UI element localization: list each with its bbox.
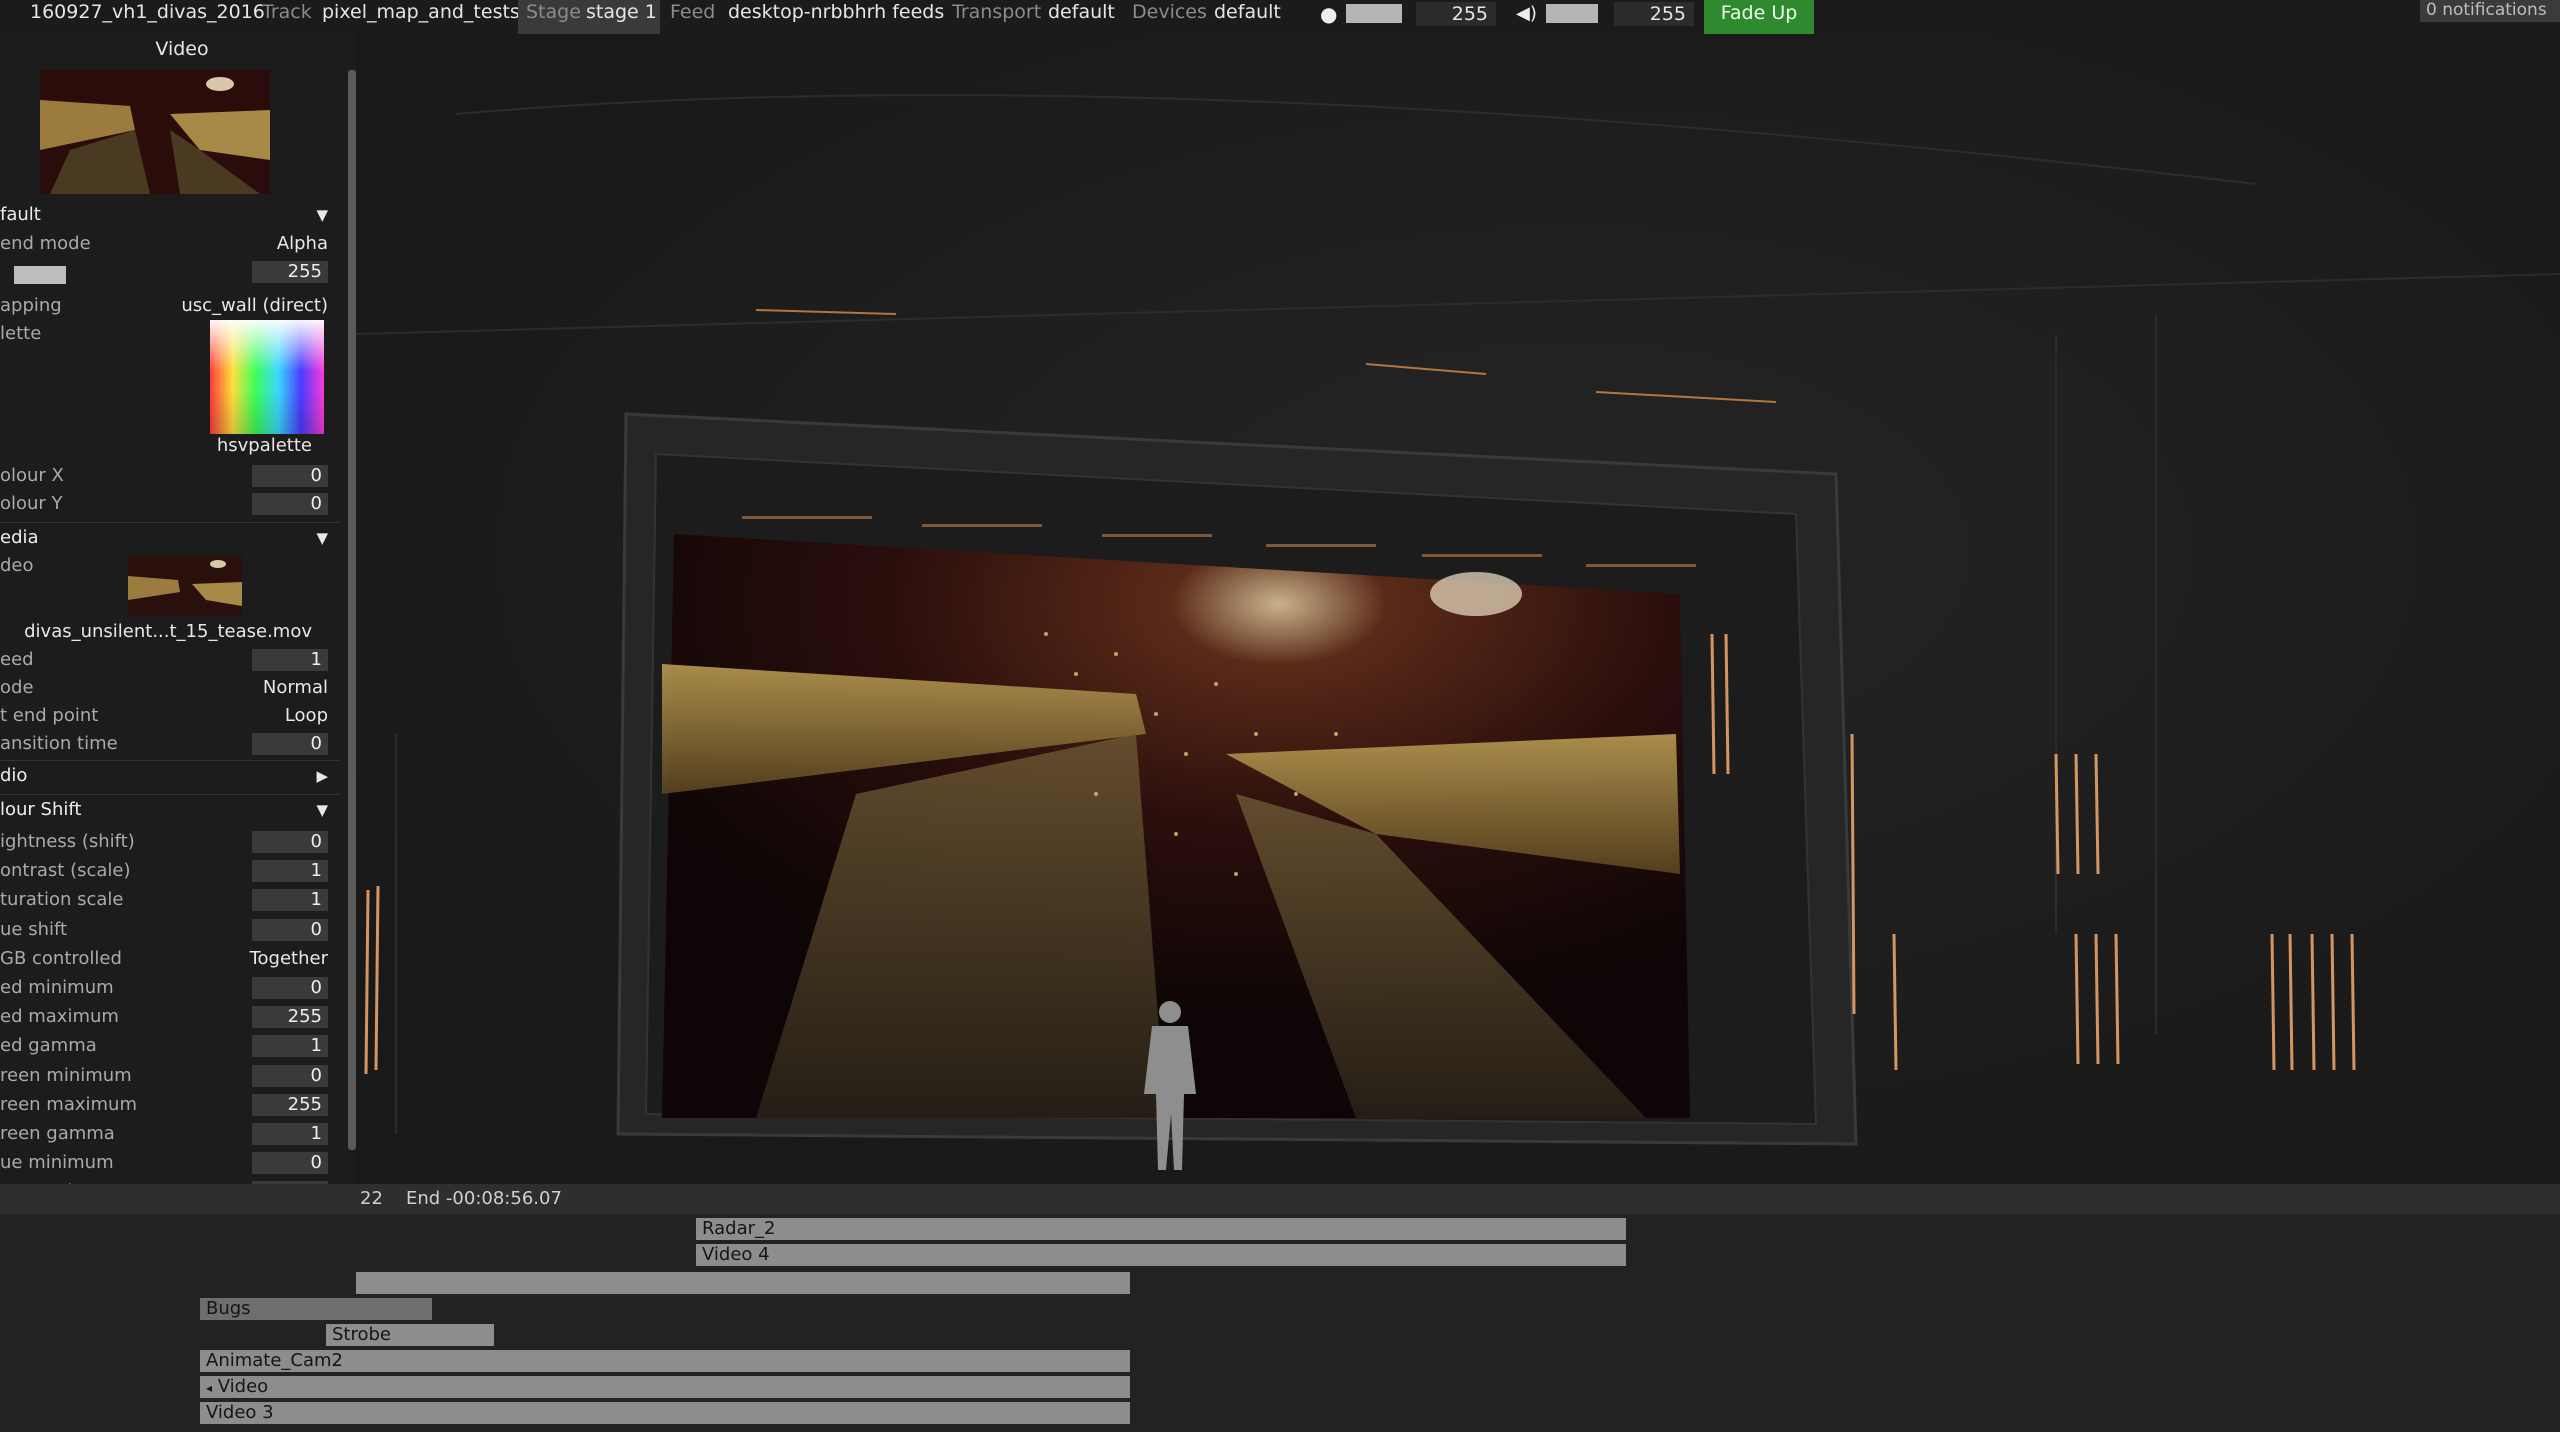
feed-selector[interactable]: desktop-nrbbhrh feeds — [728, 0, 944, 34]
row-value[interactable]: 0 — [252, 1152, 328, 1175]
row-value[interactable]: 255 — [252, 1093, 328, 1116]
timeline-clip[interactable]: Animate_Cam2 — [200, 1350, 1130, 1372]
section-colour-shift[interactable]: lour Shift ▼ — [0, 794, 340, 824]
row-label: ue minimum — [0, 1152, 114, 1174]
row-label: ed gamma — [0, 1035, 97, 1057]
row-label: GB controlled — [0, 947, 122, 969]
row-value[interactable]: 1 — [252, 1123, 328, 1145]
row-label: reen maximum — [0, 1093, 137, 1115]
top-bar: 160927_vh1_divas_2016 Track pixel_map_an… — [0, 0, 2560, 34]
timeline-clip[interactable]: ◂ Video — [200, 1376, 1130, 1398]
colour-x-row[interactable]: olour X 0 — [0, 462, 340, 490]
colour-shift-row[interactable]: reen maximum 255 — [0, 1091, 340, 1119]
track-selector[interactable]: pixel_map_and_tests — [322, 0, 520, 34]
endpoint-row[interactable]: t end point Loop — [0, 702, 340, 730]
alpha-row[interactable]: 255 — [0, 258, 340, 286]
colour-shift-row[interactable]: reen minimum 0 — [0, 1062, 340, 1090]
timeline-clip[interactable]: Bugs — [200, 1298, 432, 1320]
end-time: End -00:08:56.07 — [406, 1188, 562, 1209]
project-title: 160927_vh1_divas_2016 — [30, 1, 265, 23]
timeline-clip[interactable]: Video 3 — [200, 1402, 1130, 1424]
mode-row[interactable]: ode Normal — [0, 674, 340, 702]
colour-shift-row[interactable]: ue shift 0 — [0, 916, 340, 944]
devices-label: Devices — [1132, 1, 1207, 23]
row-label: ontrast (scale) — [0, 860, 131, 882]
timeline-header — [0, 1184, 2560, 1214]
feed-label: Feed — [670, 1, 716, 23]
fade-up-button[interactable]: Fade Up — [1704, 0, 1814, 34]
row-label: ightness (shift) — [0, 831, 135, 852]
speed-row[interactable]: eed 1 — [0, 646, 340, 674]
current-time: 22 — [360, 1188, 383, 1209]
video-file-row[interactable]: divas_unsilent...t_15_tease.mov — [0, 618, 340, 646]
row-value[interactable]: 1 — [252, 889, 328, 912]
row-value[interactable]: 0 — [252, 918, 328, 941]
section-media[interactable]: edia ▼ — [0, 522, 340, 552]
stage-viewport[interactable] — [356, 34, 2560, 1184]
row-value[interactable]: 1 — [252, 1035, 328, 1058]
timeline-clip[interactable]: Video 4 — [696, 1244, 1626, 1266]
colour-shift-row[interactable]: ed maximum 255 — [0, 1003, 340, 1031]
colour-shift-row[interactable]: turation scale 1 — [0, 886, 340, 914]
row-label: ed maximum — [0, 1006, 119, 1028]
timeline-clip[interactable]: Strobe — [326, 1324, 494, 1346]
row-value[interactable]: 0 — [252, 831, 328, 853]
stage-selector[interactable]: stage 1 — [586, 0, 657, 34]
video-preview-thumbnail[interactable] — [40, 70, 270, 194]
blend-mode-row[interactable]: end mode Alpha — [0, 230, 340, 258]
track-label: Track — [262, 1, 312, 23]
row-label: ue shift — [0, 918, 68, 940]
timeline-clip[interactable]: Radar_2 — [696, 1218, 1626, 1240]
panel-header: Video — [155, 38, 209, 60]
notifications-badge[interactable]: 0 notifications — [2420, 0, 2560, 22]
stage-label: Stage — [526, 1, 581, 23]
volume-icon: ◀) — [1516, 3, 1537, 24]
panel-scrollbar[interactable] — [348, 70, 356, 1150]
palette-name-row: hsvpalette — [216, 435, 312, 456]
row-label: reen minimum — [0, 1064, 132, 1086]
colour-shift-row[interactable]: ue minimum 0 — [0, 1149, 340, 1177]
row-label: turation scale — [0, 889, 124, 911]
devices-selector[interactable]: default — [1214, 0, 1281, 34]
brightness-icon: ● — [1320, 2, 1338, 26]
mapping-row[interactable]: apping usc_wall (direct) — [0, 292, 340, 320]
row-value[interactable]: 255 — [252, 1006, 328, 1029]
section-audio[interactable]: dio ▶ — [0, 760, 340, 790]
colour-shift-row[interactable]: GB controlled Together — [0, 945, 340, 973]
section-default[interactable]: fault ▼ — [0, 200, 340, 230]
colour-shift-row[interactable]: reen gamma 1 — [0, 1120, 340, 1148]
colour-shift-row[interactable]: ed gamma 1 — [0, 1032, 340, 1060]
colour-y-row[interactable]: olour Y 0 — [0, 490, 340, 518]
timeline[interactable]: 22 End -00:08:56.07 Radar_2 Video 4 Bugs… — [0, 1184, 2560, 1432]
transition-row[interactable]: ansition time 0 — [0, 730, 340, 758]
colour-shift-row[interactable]: ontrast (scale) 1 — [0, 857, 340, 885]
stage-render — [356, 34, 2560, 1184]
row-label: reen gamma — [0, 1123, 115, 1144]
row-value[interactable]: 1 — [252, 860, 328, 883]
hsv-palette-picker[interactable] — [210, 320, 324, 434]
transport-selector[interactable]: default — [1048, 0, 1115, 34]
volume-value[interactable]: 255 — [1614, 2, 1694, 26]
colour-shift-row[interactable]: ightness (shift) 0 — [0, 828, 340, 856]
media-thumbnail[interactable] — [128, 556, 242, 616]
clip-left-handle-icon[interactable]: ◂ — [206, 1381, 212, 1395]
row-value[interactable]: Together — [250, 945, 328, 973]
brightness-slider[interactable] — [1346, 4, 1402, 23]
transport-label: Transport — [952, 1, 1042, 23]
brightness-value[interactable]: 255 — [1416, 2, 1496, 26]
timeline-clip[interactable] — [356, 1272, 1130, 1294]
row-value[interactable]: 0 — [252, 1064, 328, 1087]
row-label: ed minimum — [0, 977, 114, 998]
volume-slider[interactable] — [1546, 4, 1598, 23]
row-value[interactable]: 0 — [252, 977, 328, 999]
colour-shift-row[interactable]: ed minimum 0 — [0, 974, 340, 1002]
